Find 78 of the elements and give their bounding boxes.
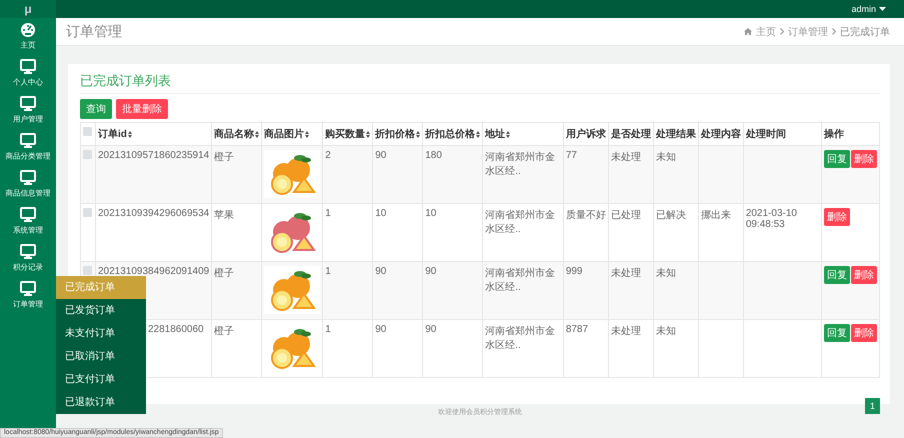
breadcrumb-link[interactable]: 已完成订单 xyxy=(840,24,890,38)
reply-button[interactable]: 回复 xyxy=(824,324,850,342)
submenu-item[interactable]: 已支付订单 xyxy=(56,368,146,391)
table-cell: 10 xyxy=(375,208,386,219)
table-cell: 90 xyxy=(375,266,386,277)
table-cell: 180 xyxy=(425,150,442,161)
table-cell: 90 xyxy=(375,324,386,335)
table-cell: 橙子 xyxy=(214,326,234,337)
submenu-item[interactable]: 已退款订单 xyxy=(56,391,146,414)
table-cell: 橙子 xyxy=(214,152,234,163)
monitor-icon xyxy=(20,59,36,75)
table-cell: 20213109394296069534 xyxy=(98,208,210,219)
table-cell: 8787 xyxy=(566,324,588,335)
table-cell: 河南省郑州市金水区经.. xyxy=(485,326,556,351)
batch-delete-button[interactable]: 批量删除 xyxy=(116,99,168,119)
table-cell: 未处理 xyxy=(610,268,641,279)
table-cell: 挪出来 xyxy=(700,210,731,221)
table-cell: 河南省郑州市金水区经.. xyxy=(485,152,556,177)
table-cell: 90 xyxy=(425,324,436,335)
breadcrumb-link[interactable]: 订单管理 xyxy=(788,24,828,38)
table-cell: 已处理 xyxy=(610,210,641,221)
logo: μ xyxy=(0,0,56,18)
submenu-item[interactable]: 已取消订单 xyxy=(56,345,146,368)
table-cell: 未处理 xyxy=(610,326,641,337)
delete-button[interactable]: 删除 xyxy=(824,208,850,226)
table-cell: 质量不好 xyxy=(566,210,606,221)
table-cell: 77 xyxy=(566,150,577,161)
table-cell: 20213109384962091409 xyxy=(98,266,210,277)
breadcrumb-link[interactable]: 主页 xyxy=(756,24,776,38)
monitor-icon xyxy=(20,244,36,260)
dashboard-icon xyxy=(20,22,36,38)
submenu-item[interactable]: 未支付订单 xyxy=(56,322,146,345)
table-cell: 未知 xyxy=(656,268,676,279)
table-cell: 2 xyxy=(325,150,331,161)
table-cell: 90 xyxy=(375,150,386,161)
table-cell: 河南省郑州市金水区经.. xyxy=(485,210,556,235)
reply-button[interactable]: 回复 xyxy=(824,266,850,284)
monitor-icon xyxy=(20,207,36,223)
column-header[interactable]: 订单id xyxy=(98,127,127,141)
chevron-icon xyxy=(780,28,784,35)
checkbox[interactable] xyxy=(83,127,92,136)
table-cell: 90 xyxy=(425,266,436,277)
checkbox[interactable] xyxy=(83,208,92,217)
page-button[interactable]: 1 xyxy=(865,398,880,414)
delete-button[interactable]: 删除 xyxy=(850,150,877,168)
table-cell: 2281860060 xyxy=(148,324,204,335)
monitor-icon xyxy=(20,96,36,112)
table-cell: 已解决 xyxy=(656,210,686,221)
table-cell: 10 xyxy=(425,208,436,219)
column-header[interactable]: 地址 xyxy=(485,127,506,141)
checkbox[interactable] xyxy=(83,266,92,275)
reply-button[interactable]: 回复 xyxy=(824,150,850,168)
table-cell: 1 xyxy=(325,266,331,277)
chevron-icon xyxy=(832,28,836,35)
delete-button[interactable]: 删除 xyxy=(850,266,877,284)
home-icon xyxy=(744,28,752,35)
table-cell: 未处理 xyxy=(610,152,641,163)
table-cell: 未知 xyxy=(656,152,676,163)
monitor-icon xyxy=(20,281,36,297)
table-cell: 未知 xyxy=(656,326,676,337)
table-cell: 999 xyxy=(566,266,582,277)
page-title: 订单管理 xyxy=(66,22,123,40)
checkbox[interactable] xyxy=(83,150,92,159)
table-cell: 1 xyxy=(325,208,331,219)
monitor-icon xyxy=(20,170,36,186)
card-title: 已完成订单列表 xyxy=(80,72,880,94)
delete-button[interactable]: 删除 xyxy=(850,324,877,342)
table-cell: 河南省郑州市金水区经.. xyxy=(485,268,556,293)
table-cell: 橙子 xyxy=(214,268,234,279)
table-cell: 2021-03-10 09:48:53 xyxy=(746,208,797,230)
user-menu[interactable]: admin xyxy=(851,4,904,14)
monitor-icon xyxy=(20,133,36,149)
caret-icon xyxy=(879,7,886,11)
table-cell: 1 xyxy=(325,324,331,335)
submenu-item[interactable]: 已发货订单 xyxy=(56,299,146,322)
table-cell: 苹果 xyxy=(214,210,234,221)
query-button[interactable]: 查询 xyxy=(80,99,112,119)
table-cell: 20213109571860235914 xyxy=(98,150,210,161)
